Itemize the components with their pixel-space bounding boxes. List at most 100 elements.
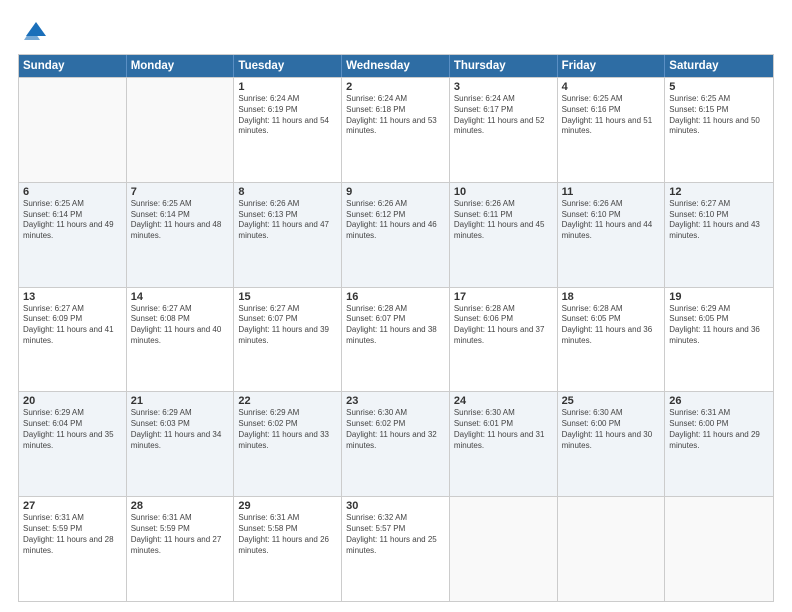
calendar-cell: 12Sunrise: 6:27 AM Sunset: 6:10 PM Dayli… <box>665 183 773 287</box>
calendar-header-cell: Saturday <box>665 55 773 77</box>
day-info: Sunrise: 6:28 AM Sunset: 6:05 PM Dayligh… <box>562 304 661 347</box>
calendar-cell: 3Sunrise: 6:24 AM Sunset: 6:17 PM Daylig… <box>450 78 558 182</box>
calendar-cell: 22Sunrise: 6:29 AM Sunset: 6:02 PM Dayli… <box>234 392 342 496</box>
calendar-header: SundayMondayTuesdayWednesdayThursdayFrid… <box>19 55 773 77</box>
calendar-cell: 4Sunrise: 6:25 AM Sunset: 6:16 PM Daylig… <box>558 78 666 182</box>
calendar-header-cell: Wednesday <box>342 55 450 77</box>
day-info: Sunrise: 6:31 AM Sunset: 5:59 PM Dayligh… <box>131 513 230 556</box>
calendar-cell: 18Sunrise: 6:28 AM Sunset: 6:05 PM Dayli… <box>558 288 666 392</box>
day-info: Sunrise: 6:28 AM Sunset: 6:06 PM Dayligh… <box>454 304 553 347</box>
calendar-cell: 8Sunrise: 6:26 AM Sunset: 6:13 PM Daylig… <box>234 183 342 287</box>
day-number: 19 <box>669 291 769 303</box>
calendar-cell: 30Sunrise: 6:32 AM Sunset: 5:57 PM Dayli… <box>342 497 450 601</box>
calendar-cell: 14Sunrise: 6:27 AM Sunset: 6:08 PM Dayli… <box>127 288 235 392</box>
calendar-cell: 24Sunrise: 6:30 AM Sunset: 6:01 PM Dayli… <box>450 392 558 496</box>
calendar-cell <box>450 497 558 601</box>
day-info: Sunrise: 6:29 AM Sunset: 6:03 PM Dayligh… <box>131 408 230 451</box>
calendar-header-cell: Sunday <box>19 55 127 77</box>
day-number: 3 <box>454 81 553 93</box>
calendar-cell: 29Sunrise: 6:31 AM Sunset: 5:58 PM Dayli… <box>234 497 342 601</box>
calendar-cell: 15Sunrise: 6:27 AM Sunset: 6:07 PM Dayli… <box>234 288 342 392</box>
calendar-cell: 28Sunrise: 6:31 AM Sunset: 5:59 PM Dayli… <box>127 497 235 601</box>
logo <box>18 18 50 46</box>
calendar-cell <box>558 497 666 601</box>
day-number: 22 <box>238 395 337 407</box>
logo-icon <box>18 18 46 46</box>
calendar-cell: 16Sunrise: 6:28 AM Sunset: 6:07 PM Dayli… <box>342 288 450 392</box>
day-number: 4 <box>562 81 661 93</box>
calendar-cell <box>19 78 127 182</box>
day-number: 27 <box>23 500 122 512</box>
calendar-cell: 25Sunrise: 6:30 AM Sunset: 6:00 PM Dayli… <box>558 392 666 496</box>
calendar-row: 13Sunrise: 6:27 AM Sunset: 6:09 PM Dayli… <box>19 287 773 392</box>
day-number: 9 <box>346 186 445 198</box>
calendar-header-cell: Friday <box>558 55 666 77</box>
day-info: Sunrise: 6:30 AM Sunset: 6:02 PM Dayligh… <box>346 408 445 451</box>
calendar-row: 6Sunrise: 6:25 AM Sunset: 6:14 PM Daylig… <box>19 182 773 287</box>
calendar-cell: 7Sunrise: 6:25 AM Sunset: 6:14 PM Daylig… <box>127 183 235 287</box>
calendar: SundayMondayTuesdayWednesdayThursdayFrid… <box>18 54 774 602</box>
day-info: Sunrise: 6:26 AM Sunset: 6:13 PM Dayligh… <box>238 199 337 242</box>
day-info: Sunrise: 6:25 AM Sunset: 6:14 PM Dayligh… <box>23 199 122 242</box>
day-number: 2 <box>346 81 445 93</box>
day-info: Sunrise: 6:27 AM Sunset: 6:10 PM Dayligh… <box>669 199 769 242</box>
calendar-row: 27Sunrise: 6:31 AM Sunset: 5:59 PM Dayli… <box>19 496 773 601</box>
day-info: Sunrise: 6:30 AM Sunset: 6:01 PM Dayligh… <box>454 408 553 451</box>
day-info: Sunrise: 6:26 AM Sunset: 6:12 PM Dayligh… <box>346 199 445 242</box>
day-number: 12 <box>669 186 769 198</box>
day-info: Sunrise: 6:26 AM Sunset: 6:10 PM Dayligh… <box>562 199 661 242</box>
day-info: Sunrise: 6:27 AM Sunset: 6:09 PM Dayligh… <box>23 304 122 347</box>
day-number: 13 <box>23 291 122 303</box>
day-number: 5 <box>669 81 769 93</box>
header <box>18 18 774 46</box>
calendar-cell: 20Sunrise: 6:29 AM Sunset: 6:04 PM Dayli… <box>19 392 127 496</box>
day-info: Sunrise: 6:25 AM Sunset: 6:14 PM Dayligh… <box>131 199 230 242</box>
day-number: 14 <box>131 291 230 303</box>
day-number: 26 <box>669 395 769 407</box>
calendar-header-cell: Tuesday <box>234 55 342 77</box>
day-info: Sunrise: 6:25 AM Sunset: 6:15 PM Dayligh… <box>669 94 769 137</box>
day-info: Sunrise: 6:29 AM Sunset: 6:02 PM Dayligh… <box>238 408 337 451</box>
day-number: 28 <box>131 500 230 512</box>
calendar-cell: 13Sunrise: 6:27 AM Sunset: 6:09 PM Dayli… <box>19 288 127 392</box>
calendar-body: 1Sunrise: 6:24 AM Sunset: 6:19 PM Daylig… <box>19 77 773 601</box>
day-number: 24 <box>454 395 553 407</box>
day-info: Sunrise: 6:31 AM Sunset: 6:00 PM Dayligh… <box>669 408 769 451</box>
calendar-row: 20Sunrise: 6:29 AM Sunset: 6:04 PM Dayli… <box>19 391 773 496</box>
day-number: 18 <box>562 291 661 303</box>
day-info: Sunrise: 6:24 AM Sunset: 6:17 PM Dayligh… <box>454 94 553 137</box>
day-info: Sunrise: 6:24 AM Sunset: 6:18 PM Dayligh… <box>346 94 445 137</box>
day-number: 20 <box>23 395 122 407</box>
day-number: 15 <box>238 291 337 303</box>
calendar-cell: 19Sunrise: 6:29 AM Sunset: 6:05 PM Dayli… <box>665 288 773 392</box>
day-number: 10 <box>454 186 553 198</box>
day-number: 21 <box>131 395 230 407</box>
day-info: Sunrise: 6:27 AM Sunset: 6:08 PM Dayligh… <box>131 304 230 347</box>
day-info: Sunrise: 6:29 AM Sunset: 6:04 PM Dayligh… <box>23 408 122 451</box>
day-info: Sunrise: 6:27 AM Sunset: 6:07 PM Dayligh… <box>238 304 337 347</box>
calendar-cell: 23Sunrise: 6:30 AM Sunset: 6:02 PM Dayli… <box>342 392 450 496</box>
calendar-cell <box>127 78 235 182</box>
calendar-cell: 21Sunrise: 6:29 AM Sunset: 6:03 PM Dayli… <box>127 392 235 496</box>
day-info: Sunrise: 6:26 AM Sunset: 6:11 PM Dayligh… <box>454 199 553 242</box>
calendar-cell: 5Sunrise: 6:25 AM Sunset: 6:15 PM Daylig… <box>665 78 773 182</box>
calendar-cell: 9Sunrise: 6:26 AM Sunset: 6:12 PM Daylig… <box>342 183 450 287</box>
calendar-cell: 27Sunrise: 6:31 AM Sunset: 5:59 PM Dayli… <box>19 497 127 601</box>
day-number: 1 <box>238 81 337 93</box>
day-info: Sunrise: 6:28 AM Sunset: 6:07 PM Dayligh… <box>346 304 445 347</box>
calendar-cell: 11Sunrise: 6:26 AM Sunset: 6:10 PM Dayli… <box>558 183 666 287</box>
day-number: 16 <box>346 291 445 303</box>
calendar-cell: 26Sunrise: 6:31 AM Sunset: 6:00 PM Dayli… <box>665 392 773 496</box>
day-number: 6 <box>23 186 122 198</box>
day-info: Sunrise: 6:31 AM Sunset: 5:59 PM Dayligh… <box>23 513 122 556</box>
day-info: Sunrise: 6:29 AM Sunset: 6:05 PM Dayligh… <box>669 304 769 347</box>
calendar-header-cell: Monday <box>127 55 235 77</box>
calendar-cell: 6Sunrise: 6:25 AM Sunset: 6:14 PM Daylig… <box>19 183 127 287</box>
page: SundayMondayTuesdayWednesdayThursdayFrid… <box>0 0 792 612</box>
calendar-row: 1Sunrise: 6:24 AM Sunset: 6:19 PM Daylig… <box>19 77 773 182</box>
day-number: 7 <box>131 186 230 198</box>
calendar-cell: 17Sunrise: 6:28 AM Sunset: 6:06 PM Dayli… <box>450 288 558 392</box>
day-info: Sunrise: 6:32 AM Sunset: 5:57 PM Dayligh… <box>346 513 445 556</box>
calendar-cell: 10Sunrise: 6:26 AM Sunset: 6:11 PM Dayli… <box>450 183 558 287</box>
day-number: 17 <box>454 291 553 303</box>
